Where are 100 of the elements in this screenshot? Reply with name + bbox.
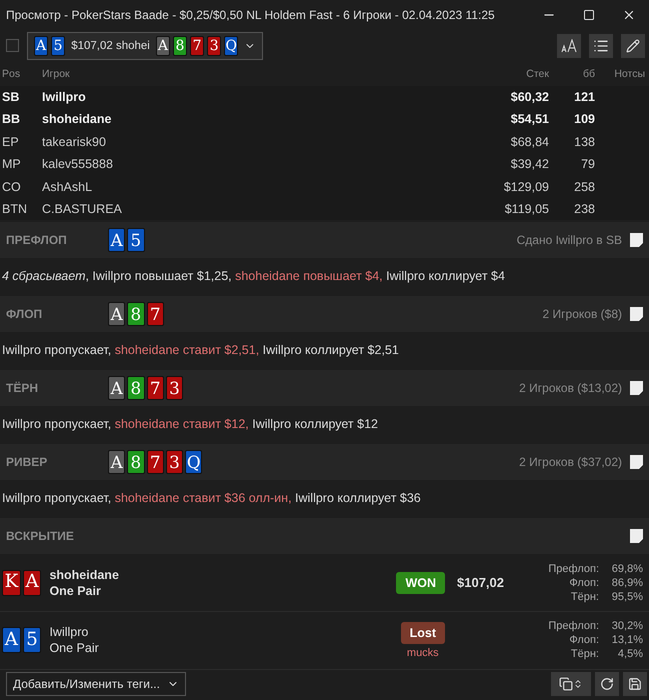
playing-card: A bbox=[156, 36, 170, 56]
equity-label: Префлоп: bbox=[547, 562, 599, 576]
edit-button[interactable] bbox=[621, 34, 645, 58]
table-cell-text: 121 bbox=[573, 88, 595, 106]
playing-card: 5 bbox=[51, 36, 66, 56]
table-cell-text: CO bbox=[2, 178, 22, 196]
playing-card: A bbox=[108, 302, 126, 326]
playing-card: 8 bbox=[127, 302, 145, 326]
equity-value: 4,5% bbox=[616, 647, 643, 662]
table-cell-text: BB bbox=[2, 111, 22, 128]
note-icon[interactable] bbox=[630, 233, 643, 248]
win-amount: $107,02 bbox=[457, 575, 505, 590]
table-cell-text: C.BASTUREA bbox=[42, 200, 123, 218]
street-name: ТЁРН bbox=[6, 381, 40, 396]
table-cell-text: $60,32 bbox=[510, 88, 549, 106]
hand-selector[interactable]: A 5 $107,02 shohei A 8 7 3 Q bbox=[27, 32, 263, 60]
playing-card: 7 bbox=[146, 302, 164, 326]
street-name: ФЛОП bbox=[6, 307, 44, 322]
table-cell-text: 238 bbox=[573, 200, 595, 218]
save-icon bbox=[628, 677, 642, 691]
playing-card: 8 bbox=[127, 376, 145, 400]
table-cell-text: $129,09 bbox=[502, 178, 549, 196]
action-text: Iwillpro пропускает, shoheidane ставит $36 олл-ин, Iwillpro коллирует $36 bbox=[2, 491, 421, 506]
hand-rank: One Pair bbox=[49, 641, 100, 656]
table-cell-text: shoheidane bbox=[42, 111, 112, 128]
table-cell-text: AshAshL bbox=[42, 178, 94, 196]
street-info: 2 Игроков ($37,02) bbox=[519, 455, 622, 470]
pencil-icon bbox=[626, 38, 640, 53]
checkbox[interactable] bbox=[6, 39, 19, 52]
playing-card: 8 bbox=[127, 450, 145, 474]
equity-label: Тёрн: bbox=[570, 647, 599, 662]
table-cell-text: MP bbox=[2, 156, 22, 174]
list-icon bbox=[593, 38, 609, 54]
column-header: Игрок bbox=[42, 66, 71, 82]
table-cell-text: kalev555888 bbox=[42, 156, 114, 174]
playing-card: A bbox=[22, 570, 42, 596]
equity-label: Флоп: bbox=[568, 633, 599, 648]
player-name: shoheidane bbox=[49, 568, 120, 582]
refresh-icon bbox=[600, 677, 614, 691]
column-header: Стек bbox=[525, 66, 549, 82]
action-text: Iwillpro пропускает, shoheidane ставит $12, Iwillpro коллирует $12 bbox=[2, 417, 378, 432]
action-text: 4 сбрасывает, Iwillpro повышает $1,25, shoheidane повышает $4, Iwillpro коллирует $4 bbox=[2, 269, 505, 284]
playing-card: A bbox=[108, 450, 126, 474]
playing-card: 7 bbox=[190, 36, 204, 56]
equity-label: Тёрн: bbox=[570, 590, 599, 604]
table-cell-text: 258 bbox=[573, 178, 595, 196]
playing-card: K bbox=[2, 570, 21, 596]
refresh-button[interactable] bbox=[595, 672, 619, 696]
table-cell-text: $54,51 bbox=[510, 111, 549, 128]
equity-value: 86,9% bbox=[610, 576, 643, 590]
window-title: Просмотр - PokerStars Baade - $0,25/$0,50 NL Holdem Fast - 6 Игроки - 02.04.2023 11:25 bbox=[6, 8, 496, 22]
player-name: Iwillpro bbox=[49, 625, 90, 640]
save-button[interactable] bbox=[623, 672, 647, 696]
action-text: Iwillpro пропускает, shoheidane ставит $2,51, Iwillpro коллирует $2,51 bbox=[2, 343, 399, 358]
playing-card: Q bbox=[224, 36, 238, 56]
playing-card: A bbox=[34, 36, 48, 56]
playing-card: A bbox=[2, 627, 21, 654]
list-button[interactable] bbox=[589, 34, 613, 58]
playing-card: 7 bbox=[146, 450, 164, 474]
result-badge: Lost bbox=[400, 622, 445, 644]
playing-card: 3 bbox=[166, 450, 184, 474]
copy-button[interactable] bbox=[551, 672, 591, 696]
equity-value: 13,1% bbox=[610, 633, 643, 648]
table-cell-text: 138 bbox=[573, 134, 595, 151]
table-cell-text: SB bbox=[2, 88, 20, 106]
hand-rank: One Pair bbox=[49, 584, 102, 598]
playing-card: A bbox=[108, 376, 126, 400]
table-cell-text: $39,42 bbox=[510, 156, 549, 174]
equity-label: Флоп: bbox=[568, 576, 599, 590]
copy-icon bbox=[559, 677, 573, 691]
playing-card: 5 bbox=[22, 627, 42, 654]
note-icon[interactable] bbox=[630, 529, 643, 544]
street-info: 2 Игроков ($13,02) bbox=[519, 381, 622, 396]
table-cell-text: Iwillpro bbox=[42, 88, 87, 106]
note-icon[interactable] bbox=[630, 455, 643, 470]
table-cell-text: BTN bbox=[2, 200, 28, 218]
tags-dropdown[interactable]: Добавить/Изменить теги... bbox=[6, 672, 186, 696]
muck-label: mucks bbox=[406, 646, 439, 659]
note-icon[interactable] bbox=[630, 307, 643, 322]
table-cell-text: EP bbox=[2, 134, 20, 151]
playing-card: 7 bbox=[146, 376, 164, 400]
result-badge: WON bbox=[396, 572, 445, 594]
street-name: РИВЕР bbox=[6, 455, 48, 470]
table-cell-text: $119,05 bbox=[504, 200, 549, 218]
note-icon[interactable] bbox=[630, 381, 643, 396]
maximize-icon bbox=[583, 9, 595, 21]
font-size-button[interactable] bbox=[557, 34, 581, 58]
equity-value: 69,8% bbox=[610, 562, 643, 576]
playing-card: 3 bbox=[207, 36, 222, 56]
playing-card: 8 bbox=[172, 36, 188, 56]
updown-icon bbox=[573, 679, 583, 689]
street-info: Сдано Iwillpro в SB bbox=[516, 233, 622, 248]
equity-label: Префлоп: bbox=[547, 619, 599, 634]
playing-card: 5 bbox=[127, 228, 145, 252]
playing-card: A bbox=[108, 228, 126, 252]
equity-value: 95,5% bbox=[610, 590, 643, 604]
table-cell-text: $68,84 bbox=[510, 134, 549, 151]
table-cell-text: takearisk90 bbox=[42, 134, 107, 151]
column-header: бб bbox=[582, 66, 595, 82]
playing-card: Q bbox=[185, 450, 202, 474]
